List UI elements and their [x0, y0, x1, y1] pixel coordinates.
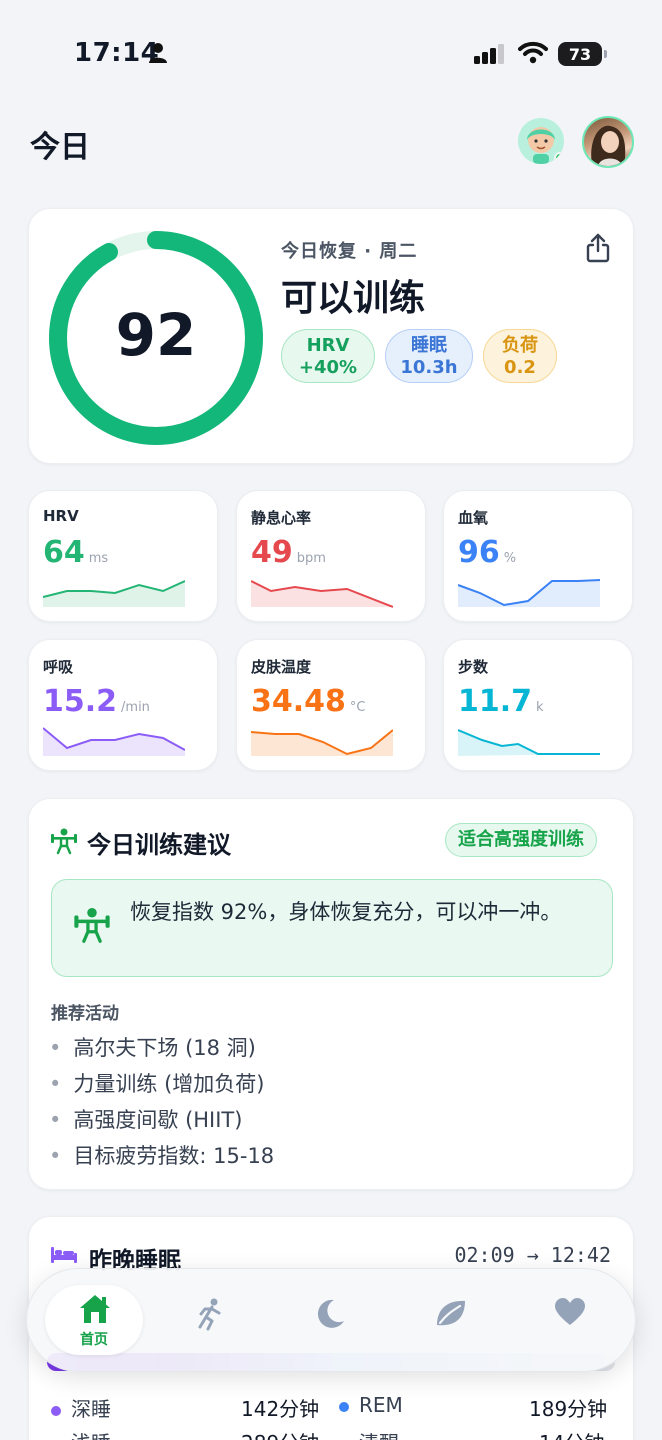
- hrv-sparkline: [43, 580, 185, 607]
- battery-level: 73: [568, 44, 592, 64]
- share-icon[interactable]: [585, 233, 611, 263]
- sleep-stage-deep-value: 142分钟: [241, 1397, 320, 1421]
- training-advice-card[interactable]: 今日训练建议 适合高强度训练 恢复指数 92%，身体恢复充分，可以冲一冲。 推荐…: [28, 798, 634, 1190]
- tab-home[interactable]: 首页: [45, 1285, 143, 1355]
- recovery-score: 92: [115, 301, 197, 369]
- training-intensity-badge: 适合高强度训练: [445, 823, 597, 857]
- metric-value: 11.7 k: [458, 684, 544, 719]
- sleep-stage-rem: REM: [339, 1393, 403, 1417]
- advice-text: 恢复指数 92%，身体恢复充分，可以冲一冲。: [130, 900, 562, 924]
- bottom-tab-bar: 首页: [26, 1268, 636, 1372]
- metric-label: 血氧: [458, 509, 489, 527]
- tab-sleep[interactable]: [281, 1285, 379, 1355]
- list-item: 高强度间歇 (HIIT): [49, 1105, 274, 1141]
- leaf-icon: [437, 1300, 465, 1326]
- sleep-stage-awake: 清醒: [339, 1427, 399, 1440]
- hrv-pill-value: +40%: [298, 357, 358, 378]
- recommended-activities-title: 推荐活动: [51, 1004, 119, 1024]
- running-icon: [198, 1298, 221, 1331]
- assistant-avatar[interactable]: [518, 118, 564, 164]
- resting-hr-sparkline: [251, 580, 393, 608]
- metric-value: 96%: [458, 535, 517, 570]
- metric-card-skin-temp[interactable]: 皮肤温度 34.48 °C: [236, 639, 426, 771]
- metric-card-spo2[interactable]: 血氧 96%: [443, 490, 633, 622]
- person-icon: [149, 43, 167, 63]
- list-item: 力量训练 (增加负荷): [49, 1069, 274, 1105]
- skin-temp-sparkline: [251, 729, 393, 756]
- recovery-status: 可以训练: [281, 278, 426, 319]
- sleep-stage-rem-value: 189分钟: [529, 1397, 608, 1421]
- tab-nutrition[interactable]: [401, 1285, 499, 1355]
- weightlifting-icon: [51, 828, 77, 855]
- metric-label: 皮肤温度: [251, 658, 312, 676]
- tab-health[interactable]: [521, 1285, 619, 1355]
- recovery-card[interactable]: 92 今日恢复 · 周二 可以训练 HRV +40% 睡眠 10.3h 负荷 0…: [28, 208, 634, 464]
- status-bar: 17:14 73: [0, 0, 662, 100]
- load-pill-label: 负荷: [502, 335, 538, 356]
- sleep-stage-awake-value: 14分钟: [539, 1427, 604, 1440]
- spo2-sparkline: [458, 579, 600, 607]
- metric-card-resting-hr[interactable]: 静息心率 49 bpm: [236, 490, 426, 622]
- respiration-sparkline: [43, 727, 185, 756]
- user-photo-icon: [591, 125, 626, 166]
- hrv-pill: HRV +40%: [281, 329, 375, 383]
- advice-box: 恢复指数 92%，身体恢复充分，可以冲一冲。: [51, 879, 613, 977]
- steps-sparkline: [458, 729, 600, 756]
- metric-card-respiration[interactable]: 呼吸 15.2/min: [28, 639, 218, 771]
- load-pill-value: 0.2: [504, 357, 536, 378]
- metric-label: 呼吸: [43, 658, 74, 676]
- training-title: 今日训练建议: [87, 831, 231, 859]
- tab-activity[interactable]: [161, 1285, 259, 1355]
- online-status-dot: [554, 152, 564, 164]
- battery-indicator: 73: [558, 42, 607, 66]
- metric-card-steps[interactable]: 步数 11.7 k: [443, 639, 633, 771]
- list-item: 高尔夫下场 (18 洞): [49, 1033, 274, 1069]
- metric-value: 34.48 °C: [251, 684, 366, 719]
- recommended-activities-list: 高尔夫下场 (18 洞) 力量训练 (增加负荷) 高强度间歇 (HIIT) 目标…: [49, 1033, 274, 1177]
- sleep-pill-value: 10.3h: [400, 357, 458, 378]
- bed-icon: [51, 1247, 77, 1263]
- metric-value: 64 ms: [43, 535, 109, 570]
- sleep-pill: 睡眠 10.3h: [385, 329, 473, 383]
- status-time: 17:14: [74, 38, 160, 68]
- hrv-pill-label: HRV: [306, 335, 350, 356]
- list-item: 目标疲劳指数: 15-18: [49, 1141, 274, 1177]
- page-title: 今日: [30, 130, 90, 165]
- recovery-label: 今日恢复 · 周二: [281, 241, 418, 262]
- weightlifting-icon: [74, 908, 110, 943]
- sleep-stage-light-value: 289分钟: [241, 1427, 319, 1440]
- sleep-pill-label: 睡眠: [411, 335, 447, 356]
- metric-card-hrv[interactable]: HRV 64 ms: [28, 490, 218, 622]
- home-icon: [80, 1295, 110, 1323]
- metric-label: 静息心率: [251, 509, 312, 527]
- load-pill: 负荷 0.2: [483, 329, 557, 383]
- user-avatar[interactable]: [582, 116, 634, 168]
- metric-value: 49 bpm: [251, 535, 326, 570]
- metric-value: 15.2/min: [43, 684, 150, 719]
- wifi-icon: [518, 41, 548, 64]
- metric-label: 步数: [458, 658, 489, 676]
- heart-icon: [555, 1298, 585, 1325]
- metric-label: HRV: [43, 507, 79, 525]
- sleep-time-range: 02:09 → 12:42: [454, 1243, 611, 1267]
- sleep-stage-deep: 深睡: [51, 1393, 111, 1422]
- cellular-signal-icon: [474, 44, 504, 64]
- tab-home-label: 首页: [80, 1332, 108, 1348]
- sleep-stage-light: 浅睡: [51, 1427, 111, 1440]
- moon-icon: [317, 1299, 344, 1328]
